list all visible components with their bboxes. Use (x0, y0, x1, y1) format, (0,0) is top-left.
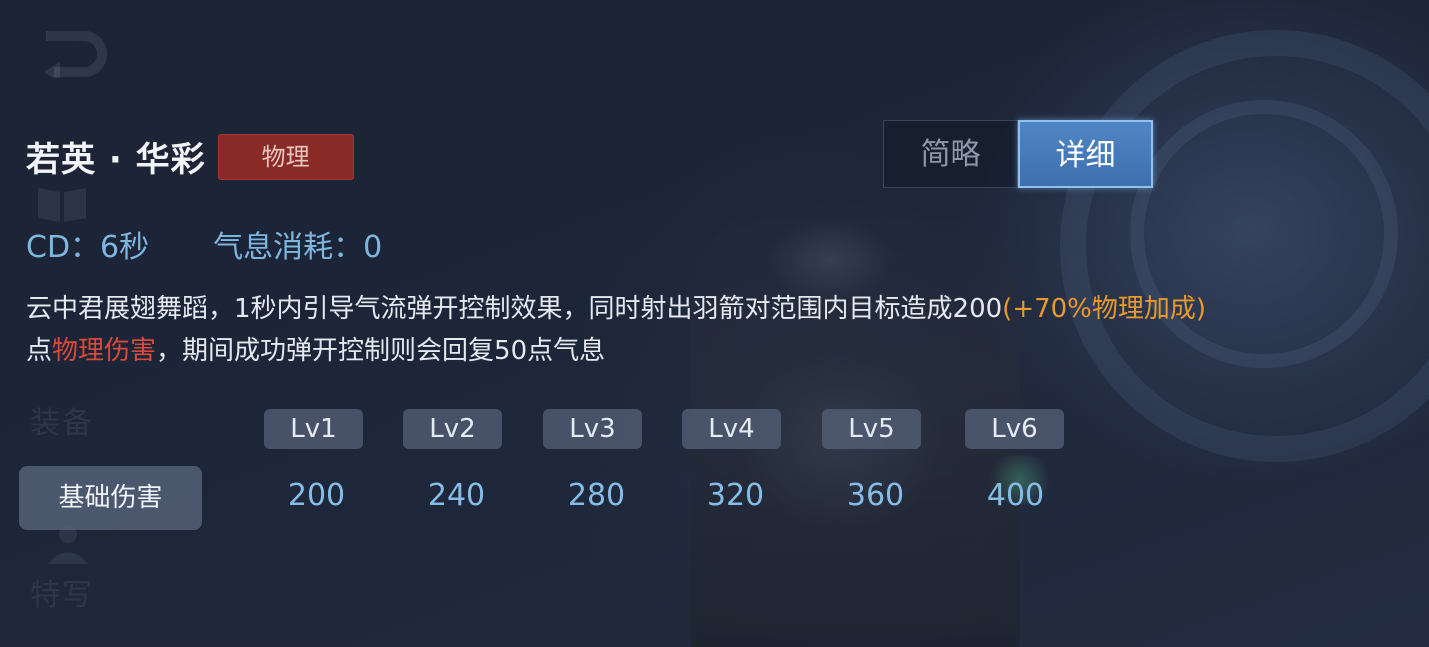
description-text-1: 云中君展翅舞蹈，1秒内引导气流弹开控制效果，同时射出羽箭对范围内目标造成200 (26, 294, 1003, 324)
cooldown-stat: CD：6秒 (26, 230, 150, 265)
physical-damage-text: 物理伤害 (52, 336, 157, 366)
nav-equipment-ghost: 装备 (30, 406, 94, 441)
skill-detail-screen: 装备 特写 若英 · 华彩 物理 简略 详细 CD：6秒 气息消耗：0 云中君展… (0, 0, 1429, 647)
base-damage-lv3: 280 (567, 478, 626, 513)
level-header-3: Lv3 (543, 409, 642, 449)
level-header-1: Lv1 (264, 409, 363, 449)
description-text-3: ，期间成功弹开控制则会回复50点气息 (156, 336, 606, 366)
nav-closeup-ghost: 特写 (30, 578, 94, 613)
damage-type-badge: 物理 (217, 133, 354, 180)
back-arrow-icon[interactable] (40, 26, 120, 78)
base-damage-lv5: 360 (846, 478, 905, 513)
level-header-6: Lv6 (965, 409, 1064, 449)
description-text-2: 点 (26, 336, 53, 366)
base-damage-lv2: 240 (427, 478, 486, 513)
brief-tab[interactable]: 简略 (883, 120, 1018, 188)
book-icon (38, 188, 86, 222)
detail-tab[interactable]: 详细 (1018, 120, 1153, 188)
skill-header: 若英 · 华彩 物理 (26, 132, 354, 181)
skill-stats: CD：6秒 气息消耗：0 (26, 222, 382, 266)
base-damage-label: 基础伤害 (19, 466, 202, 530)
base-damage-lv1: 200 (287, 478, 346, 513)
level-header-2: Lv2 (403, 409, 502, 449)
level-header-4: Lv4 (682, 409, 781, 449)
base-damage-lv4: 320 (706, 478, 765, 513)
cost-stat: 气息消耗：0 (213, 230, 383, 265)
base-damage-lv6: 400 (986, 478, 1045, 513)
level-header-5: Lv5 (822, 409, 921, 449)
skill-name: 若英 · 华彩 (26, 140, 206, 180)
skill-description: 云中君展翅舞蹈，1秒内引导气流弹开控制效果，同时射出羽箭对范围内目标造成200(… (26, 288, 1421, 372)
view-toggle: 简略 详细 (883, 120, 1153, 188)
bonus-ratio-text: (+70%物理加成) (1002, 294, 1207, 324)
